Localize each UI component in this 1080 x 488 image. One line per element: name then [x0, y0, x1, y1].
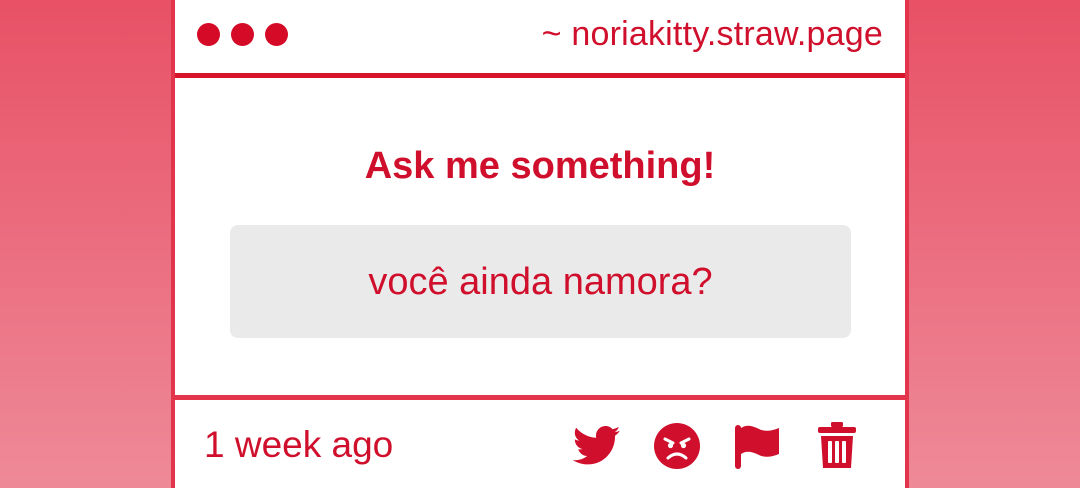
- trash-icon: [818, 422, 856, 468]
- twitter-icon: [573, 426, 621, 465]
- ask-card: ~ noriakitty.straw.page Ask me something…: [171, 0, 909, 488]
- window-titlebar: ~ noriakitty.straw.page: [175, 0, 905, 78]
- window-dot-1[interactable]: [197, 23, 220, 46]
- question-box: você ainda namora?: [230, 225, 851, 338]
- report-button[interactable]: [733, 422, 781, 470]
- delete-button[interactable]: [813, 422, 861, 470]
- angry-face-icon: [654, 423, 700, 469]
- timestamp: 1 week ago: [204, 424, 394, 465]
- window-controls: [197, 23, 288, 46]
- window-dot-3[interactable]: [265, 23, 288, 46]
- card-footer: 1 week ago: [175, 395, 905, 488]
- action-bar: [573, 422, 861, 470]
- site-url[interactable]: ~ noriakitty.straw.page: [542, 14, 883, 54]
- block-user-button[interactable]: [653, 422, 701, 470]
- page-title: Ask me something!: [364, 145, 716, 187]
- question-panel: Ask me something! você ainda namora?: [175, 78, 905, 395]
- share-twitter-button[interactable]: [573, 422, 621, 470]
- question-text: você ainda namora?: [368, 260, 713, 303]
- flag-icon: [735, 425, 779, 469]
- window-dot-2[interactable]: [231, 23, 254, 46]
